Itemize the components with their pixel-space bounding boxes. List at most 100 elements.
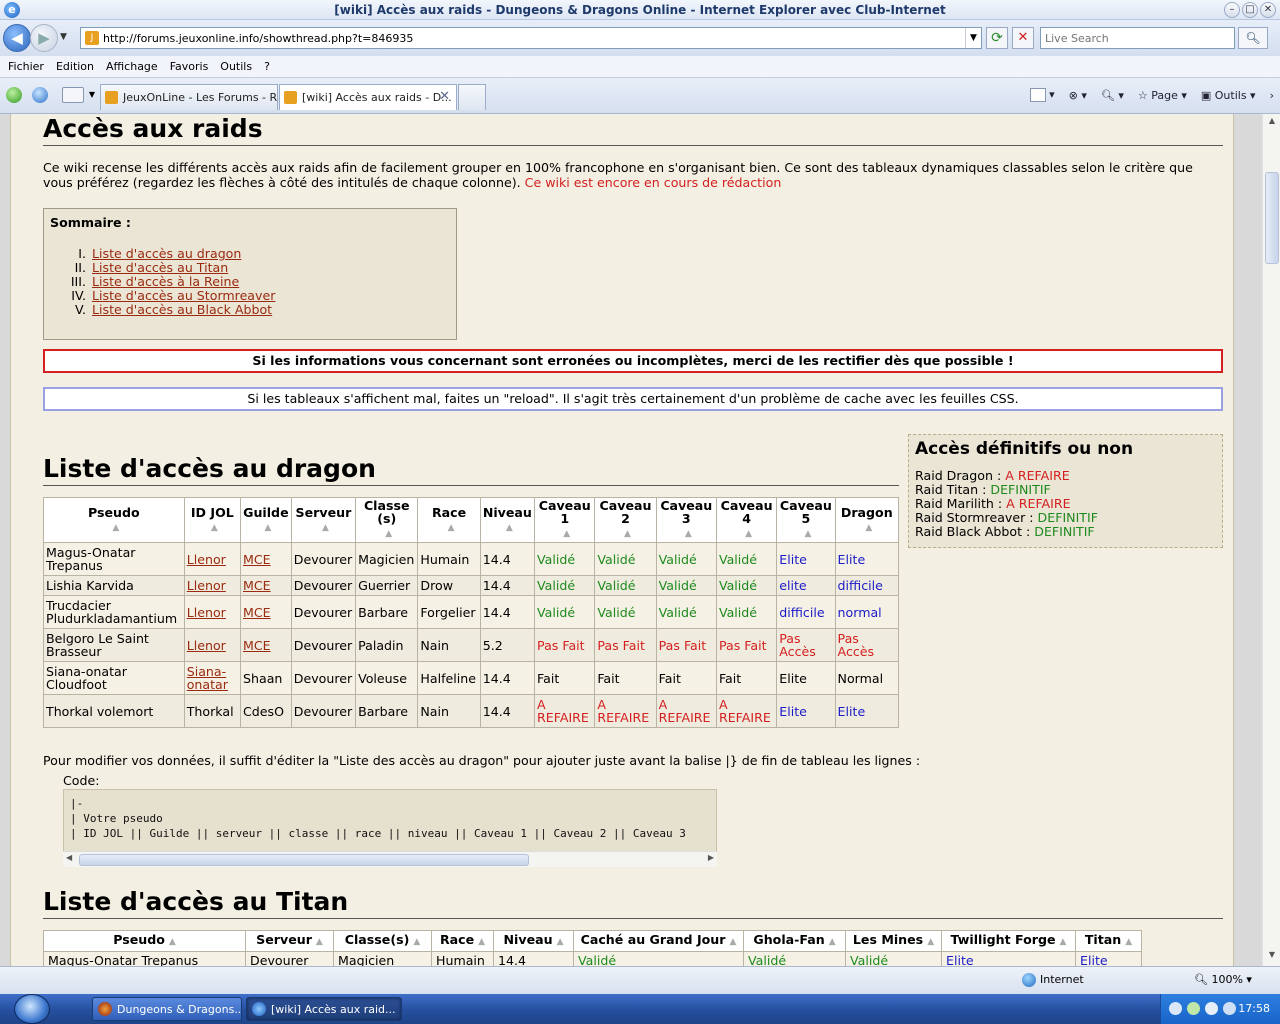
- toc-link-black-abbot[interactable]: Liste d'accès au Black Abbot: [92, 302, 272, 317]
- home-icon[interactable]: ▾: [1029, 88, 1055, 102]
- close-tab-icon[interactable]: ✕: [439, 89, 450, 104]
- column-header[interactable]: Serveur ▲: [290, 497, 357, 543]
- sort-arrow-icon[interactable]: ▲: [1125, 937, 1132, 947]
- column-header[interactable]: Serveur ▲: [245, 930, 334, 952]
- zoom-level[interactable]: 🔍︎ 100% ▾: [1194, 973, 1252, 986]
- add-favorite-icon[interactable]: [32, 87, 48, 103]
- tools-menu[interactable]: ▣ Outils ▾: [1201, 89, 1256, 102]
- column-header[interactable]: Caveau 2 ▲: [594, 497, 657, 543]
- profile-link[interactable]: Llenor: [187, 605, 226, 620]
- tab-list-dropdown-icon[interactable]: ▼: [86, 87, 98, 103]
- sort-arrow-icon[interactable]: ▲: [563, 529, 570, 539]
- sort-arrow-icon[interactable]: ▲: [316, 937, 323, 947]
- tab-jeuxonline-forums[interactable]: JeuxOnLine - Les Forums - R...: [100, 84, 278, 110]
- column-header[interactable]: Niveau ▲: [493, 930, 574, 952]
- minimize-button[interactable]: –: [1224, 2, 1240, 18]
- column-header[interactable]: ID JOL ▲: [183, 497, 242, 543]
- sort-arrow-icon[interactable]: ▲: [729, 937, 736, 947]
- forward-button[interactable]: ▶: [30, 24, 58, 52]
- column-header[interactable]: Dragon ▲: [834, 497, 900, 543]
- new-tab-button[interactable]: [458, 84, 486, 110]
- scroll-down-icon[interactable]: ▼: [1265, 950, 1279, 964]
- tab-wiki-acces-raids[interactable]: [wiki] Accès aux raids - D... ✕: [279, 84, 457, 110]
- profile-link[interactable]: Llenor: [187, 552, 226, 567]
- menu-outils[interactable]: Outils: [214, 60, 258, 73]
- menu-fichier[interactable]: Fichier: [2, 60, 50, 73]
- sort-arrow-icon[interactable]: ▲: [169, 937, 176, 947]
- taskbar-item-ddo[interactable]: Dungeons & Dragons...: [92, 997, 242, 1021]
- sort-arrow-icon[interactable]: ▲: [506, 523, 513, 533]
- tray-app-icon[interactable]: [1223, 1002, 1236, 1015]
- column-header[interactable]: Pseudo ▲: [43, 930, 246, 952]
- profile-link[interactable]: Llenor: [187, 638, 226, 653]
- sort-arrow-icon[interactable]: ▲: [745, 529, 752, 539]
- url-text[interactable]: http://forums.jeuxonline.info/showthread…: [103, 32, 413, 45]
- profile-link[interactable]: Llenor: [187, 578, 226, 593]
- sort-arrow-icon[interactable]: ▲: [865, 523, 872, 533]
- profile-link[interactable]: MCE: [243, 578, 271, 593]
- taskbar-item-ie[interactable]: [wiki] Accès aux raid...: [246, 997, 402, 1021]
- column-header[interactable]: Classe (s) ▲: [355, 497, 419, 543]
- scroll-left-icon[interactable]: ◀: [66, 853, 72, 862]
- menu-edition[interactable]: Edition: [50, 60, 100, 73]
- menu-help[interactable]: ?: [258, 60, 276, 73]
- favorites-star-icon[interactable]: [6, 87, 22, 103]
- address-dropdown-icon[interactable]: ▼: [965, 28, 981, 48]
- sort-arrow-icon[interactable]: ▲: [448, 523, 455, 533]
- column-header[interactable]: Caveau 1 ▲: [534, 497, 596, 543]
- sort-arrow-icon[interactable]: ▲: [1060, 937, 1067, 947]
- profile-link[interactable]: MCE: [243, 638, 271, 653]
- history-dropdown-icon[interactable]: ▼: [60, 32, 67, 42]
- sort-arrow-icon[interactable]: ▲: [478, 937, 485, 947]
- profile-link[interactable]: Siana-onatar: [187, 664, 228, 692]
- sort-arrow-icon[interactable]: ▲: [829, 937, 836, 947]
- tray-network-icon[interactable]: [1169, 1002, 1182, 1015]
- column-header[interactable]: Niveau ▲: [479, 497, 536, 543]
- column-header[interactable]: Twillight Forge ▲: [941, 930, 1076, 952]
- code-scroll-thumb[interactable]: [79, 854, 529, 866]
- sort-arrow-icon[interactable]: ▲: [385, 529, 392, 539]
- toc-link-reine[interactable]: Liste d'accès à la Reine: [92, 274, 239, 289]
- address-field[interactable]: J http://forums.jeuxonline.info/showthre…: [80, 27, 982, 49]
- quick-tabs-icon[interactable]: [62, 87, 84, 103]
- code-horizontal-scrollbar[interactable]: ◀ ▶: [63, 851, 717, 867]
- page-scroll-thumb[interactable]: [1265, 172, 1279, 264]
- sort-arrow-icon[interactable]: ▲: [264, 523, 271, 533]
- column-header[interactable]: Guilde ▲: [240, 497, 292, 543]
- sort-arrow-icon[interactable]: ▲: [413, 937, 420, 947]
- page-vertical-scrollbar[interactable]: ▲ ▼: [1262, 114, 1280, 966]
- column-header[interactable]: Caveau 3 ▲: [655, 497, 717, 543]
- column-header[interactable]: Caché au Grand Jour ▲: [573, 930, 744, 952]
- refresh-button[interactable]: ⟳: [986, 27, 1008, 49]
- column-header[interactable]: Titan ▲: [1075, 930, 1142, 952]
- maximize-button[interactable]: □: [1242, 2, 1258, 18]
- sort-arrow-icon[interactable]: ▲: [557, 937, 564, 947]
- profile-link[interactable]: MCE: [243, 605, 271, 620]
- feeds-icon[interactable]: ⊗ ▾: [1069, 89, 1087, 102]
- search-input[interactable]: [1041, 28, 1234, 48]
- sort-arrow-icon[interactable]: ▲: [804, 529, 811, 539]
- page-menu[interactable]: ☆ Page ▾: [1138, 89, 1187, 102]
- more-icon[interactable]: ›: [1270, 89, 1274, 102]
- sort-arrow-icon[interactable]: ▲: [927, 937, 934, 947]
- column-header[interactable]: Race ▲: [417, 497, 481, 543]
- back-button[interactable]: ◀: [3, 24, 31, 52]
- column-header[interactable]: Race ▲: [431, 930, 494, 952]
- search-box[interactable]: [1040, 27, 1235, 49]
- tray-wifi-icon[interactable]: [1187, 1002, 1200, 1015]
- sort-arrow-icon[interactable]: ▲: [211, 523, 218, 533]
- print-icon[interactable]: 🔍︎ ▾: [1101, 89, 1124, 102]
- sort-arrow-icon[interactable]: ▲: [685, 529, 692, 539]
- sort-arrow-icon[interactable]: ▲: [624, 529, 631, 539]
- column-header[interactable]: Ghola-Fan ▲: [743, 930, 846, 952]
- stop-button[interactable]: ✕: [1012, 27, 1034, 49]
- close-window-button[interactable]: ✕: [1260, 2, 1276, 18]
- column-header[interactable]: Caveau 4 ▲: [715, 497, 778, 543]
- menu-favoris[interactable]: Favoris: [164, 60, 215, 73]
- column-header[interactable]: Les Mines ▲: [845, 930, 942, 952]
- toc-link-titan[interactable]: Liste d'accès au Titan: [92, 260, 228, 275]
- toc-link-stormreaver[interactable]: Liste d'accès au Stormreaver: [92, 288, 275, 303]
- sort-arrow-icon[interactable]: ▲: [322, 523, 329, 533]
- scroll-right-icon[interactable]: ▶: [708, 853, 714, 862]
- column-header[interactable]: Pseudo ▲: [43, 497, 185, 543]
